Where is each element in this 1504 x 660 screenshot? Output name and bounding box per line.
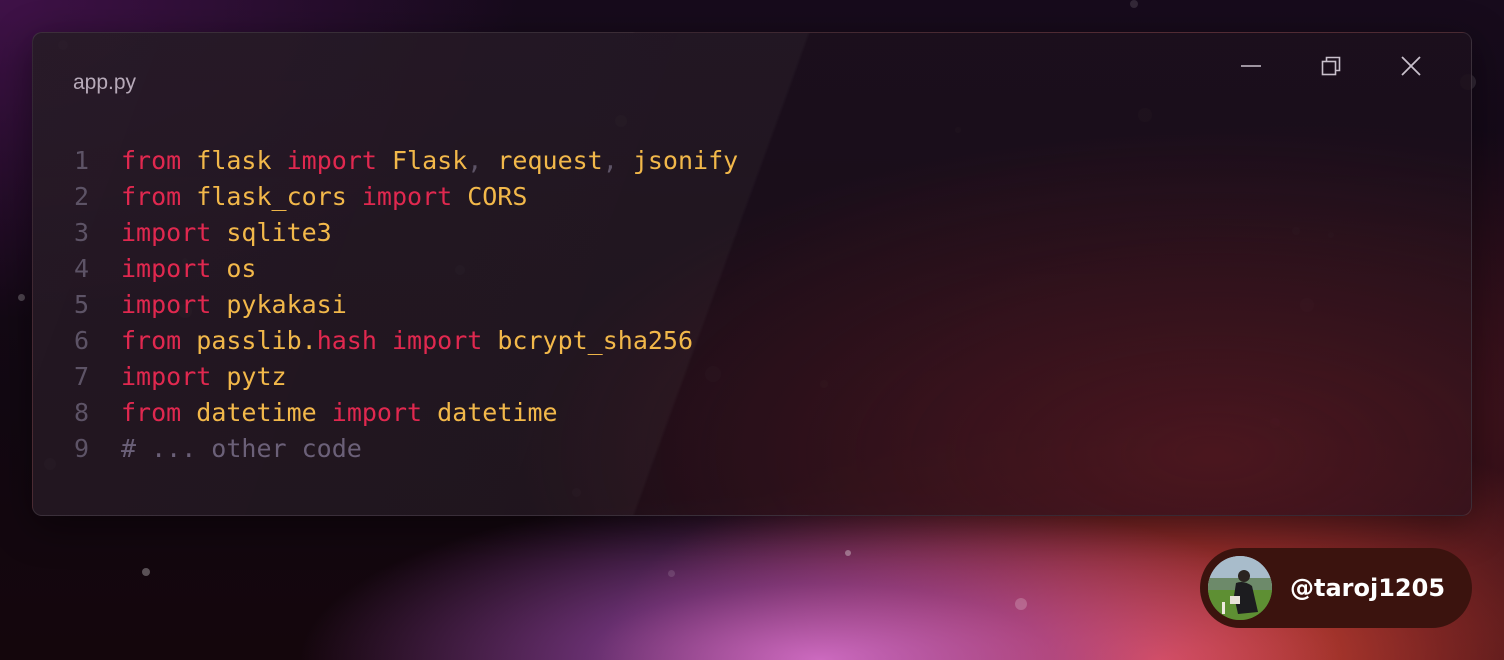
code-line: 3 import sqlite3 bbox=[33, 215, 738, 251]
code-line: 5 import pykakasi bbox=[33, 287, 738, 323]
code-token: , bbox=[602, 146, 633, 175]
line-number: 6 bbox=[73, 326, 89, 355]
code-token: flask_cors bbox=[196, 182, 347, 211]
keyword-token: import bbox=[286, 146, 377, 175]
keyword-token: import bbox=[121, 254, 212, 283]
code-token: datetime bbox=[437, 398, 558, 427]
keyword-token: import bbox=[121, 218, 212, 247]
window-title: app.py bbox=[73, 71, 137, 94]
keyword-token: import bbox=[391, 326, 483, 355]
close-icon bbox=[1401, 56, 1421, 76]
restore-button[interactable] bbox=[1291, 51, 1371, 81]
line-content: import pytz bbox=[121, 359, 287, 395]
keyword-token: from bbox=[121, 398, 182, 427]
code-token: passlib. bbox=[196, 326, 317, 355]
keyword-token: hash bbox=[316, 326, 377, 355]
code-line: 1 from flask import Flask, request, jsoni… bbox=[33, 143, 738, 179]
author-handle: @taroj1205 bbox=[1290, 574, 1446, 602]
line-number: 7 bbox=[73, 362, 89, 391]
line-content: from datetime import datetime bbox=[121, 395, 558, 431]
line-content: from passlib.hash import bcrypt_sha256 bbox=[121, 323, 693, 359]
code-token: datetime bbox=[196, 398, 317, 427]
minimize-button[interactable] bbox=[1211, 51, 1291, 81]
line-number: 4 bbox=[73, 254, 89, 283]
code-line: 7 import pytz bbox=[33, 359, 738, 395]
comment-token: # ... other code bbox=[121, 434, 362, 463]
code-window: app.py 1 from flask import Flask, request… bbox=[32, 32, 1472, 516]
code-token: pykakasi bbox=[226, 290, 347, 319]
keyword-token: import bbox=[361, 182, 453, 211]
code-line: 9 # ... other code bbox=[33, 431, 738, 467]
line-content: # ... other code bbox=[121, 431, 362, 467]
keyword-token: import bbox=[121, 362, 212, 391]
line-number: 2 bbox=[73, 182, 89, 211]
code-token: sqlite3 bbox=[226, 218, 332, 247]
line-content: import os bbox=[121, 251, 256, 287]
code-line: 4 import os bbox=[33, 251, 738, 287]
code-token: pytz bbox=[226, 362, 287, 391]
author-badge[interactable]: @taroj1205 bbox=[1200, 548, 1472, 628]
code-token: Flask bbox=[391, 146, 468, 175]
close-button[interactable] bbox=[1371, 51, 1451, 81]
restore-icon bbox=[1321, 56, 1341, 76]
code-token: CORS bbox=[467, 182, 528, 211]
code-token: bcrypt_sha256 bbox=[497, 326, 694, 355]
code-token: , bbox=[467, 146, 498, 175]
line-content: from flask import Flask, request, jsonif… bbox=[121, 143, 738, 179]
line-number: 8 bbox=[73, 398, 89, 427]
code-line: 2 from flask_cors import CORS bbox=[33, 179, 738, 215]
line-content: import sqlite3 bbox=[121, 215, 332, 251]
keyword-token: import bbox=[331, 398, 423, 427]
avatar-photo-icon bbox=[1208, 556, 1272, 620]
line-content: import pykakasi bbox=[121, 287, 347, 323]
code-line: 6 from passlib.hash import bcrypt_sha256 bbox=[33, 323, 738, 359]
line-content: from flask_cors import CORS bbox=[121, 179, 527, 215]
code-editor[interactable]: 1 from flask import Flask, request, jsoni… bbox=[33, 143, 738, 467]
code-token: request bbox=[497, 146, 603, 175]
keyword-token: from bbox=[121, 146, 182, 175]
window-controls bbox=[1211, 51, 1451, 81]
code-line: 8 from datetime import datetime bbox=[33, 395, 738, 431]
code-token: os bbox=[226, 254, 257, 283]
keyword-token: from bbox=[121, 326, 182, 355]
code-token: flask bbox=[196, 146, 272, 175]
line-number: 1 bbox=[73, 146, 89, 175]
code-token: jsonify bbox=[632, 146, 739, 175]
keyword-token: from bbox=[121, 182, 182, 211]
line-number: 5 bbox=[73, 290, 89, 319]
avatar bbox=[1208, 556, 1272, 620]
line-number: 9 bbox=[73, 434, 89, 463]
minimize-icon bbox=[1241, 65, 1261, 67]
line-number: 3 bbox=[73, 218, 89, 247]
keyword-token: import bbox=[121, 290, 212, 319]
